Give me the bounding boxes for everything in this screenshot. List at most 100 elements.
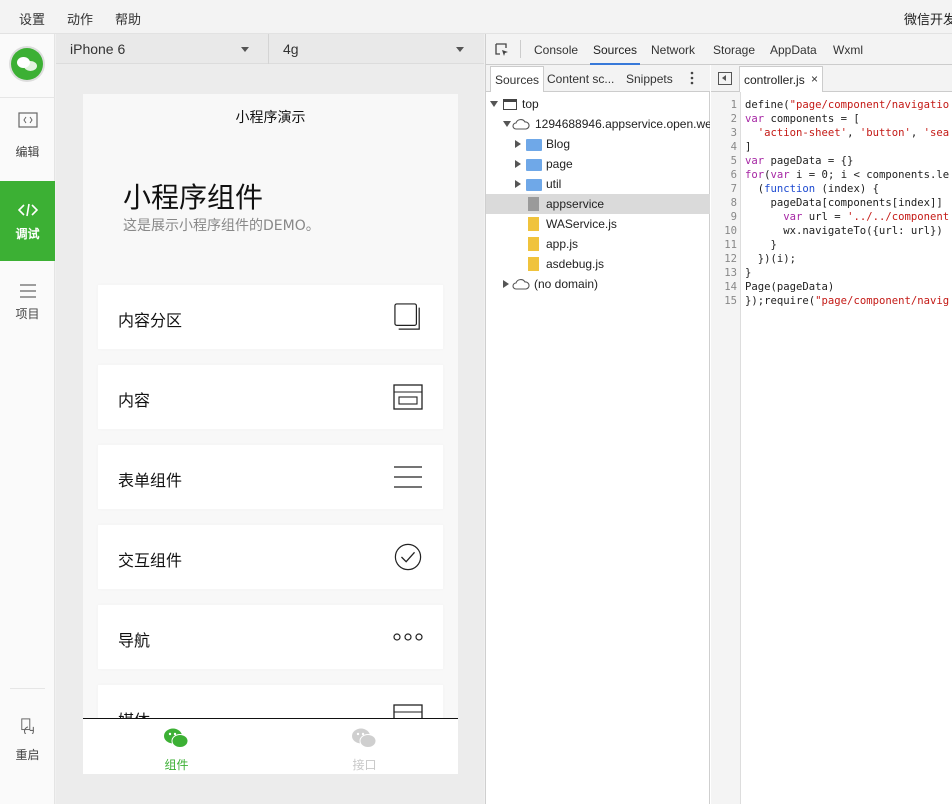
code-text: 'action-sheet', 'button', 'sea [757, 127, 950, 139]
tab-appdata[interactable]: AppData [770, 43, 817, 57]
code-text: pageData[components[index]] [745, 197, 943, 209]
tree-item-app-js[interactable]: app.js [486, 234, 710, 254]
code-text: var url = '../../component [783, 211, 950, 223]
folder-icon [526, 139, 542, 151]
menu-icon [20, 284, 36, 298]
collapsed-arrow-icon [515, 140, 521, 148]
code-editor: controller.js × 1 define("page/component/… [711, 65, 952, 804]
chevron-down-icon [456, 47, 464, 52]
component-card-navigation[interactable]: 导航 [98, 605, 443, 669]
menu-help[interactable]: 帮助 [115, 9, 141, 28]
tree-item-no-domain[interactable]: (no domain) [486, 274, 710, 294]
code-text: } [745, 239, 777, 251]
tree-item-page[interactable]: page [486, 154, 710, 174]
code-text: });require("page/component/navig [745, 295, 950, 307]
sidebar-item-label: 项目 [15, 307, 40, 321]
tab-console[interactable]: Console [534, 43, 578, 57]
list-icon [394, 466, 422, 488]
inspect-element-icon[interactable] [495, 43, 509, 57]
code-text: (function (index) { [745, 183, 879, 195]
component-card-content[interactable]: 内容 [98, 365, 443, 429]
code-line: 13} [711, 267, 952, 281]
tab-api[interactable]: 接口 [271, 719, 458, 774]
more-options-icon[interactable] [690, 71, 694, 85]
navigator-tab-content-scripts[interactable]: Content sc... [547, 72, 614, 86]
sources-navigator: Sources Content sc... Snippets top 12946… [486, 65, 710, 804]
tree-item-label: top [522, 97, 539, 111]
line-number: 7 [730, 183, 737, 195]
simulator-toolbar: iPhone 6 4g [56, 34, 484, 64]
line-number: 13 [724, 267, 737, 279]
line-number: 14 [724, 281, 737, 293]
collapsed-arrow-icon [515, 160, 521, 168]
tree-item-label: Blog [546, 137, 571, 151]
simulator-panel: iPhone 6 4g 小程序演示 小程序组件 这是展示小程序组件的DEMO。 … [56, 34, 484, 804]
chevron-down-icon [241, 47, 249, 52]
editor-file-tab[interactable]: controller.js × [739, 66, 823, 92]
code-line: 11 } [711, 239, 952, 253]
sidebar-item-edit[interactable]: 编辑 [0, 101, 55, 181]
card-label: 内容 [118, 391, 151, 410]
check-circle-icon [394, 543, 422, 571]
network-select[interactable]: 4g [269, 34, 484, 64]
tab-sources[interactable]: Sources [593, 43, 637, 57]
code-line: 5 var pageData = {} [711, 155, 952, 169]
wechat-logo-bubble [24, 61, 37, 71]
tree-item-label: WAService.js [546, 217, 617, 231]
wechat-icon [352, 728, 377, 748]
editor-file-name: controller.js [744, 73, 805, 87]
avatar[interactable] [11, 48, 43, 80]
tree-item-label: (no domain) [534, 277, 599, 291]
toggle-navigator-icon[interactable] [718, 72, 732, 85]
code-text: for(var i = 0; i < components.le [745, 169, 950, 181]
code-line: 12 })(i); [711, 253, 952, 267]
tab-network[interactable]: Network [651, 43, 695, 57]
tree-item-top[interactable]: top [486, 94, 710, 114]
tree-item-asdebug-js[interactable]: asdebug.js [486, 254, 710, 274]
code-text: var pageData = {} [745, 155, 854, 167]
line-number: 12 [724, 253, 737, 265]
tree-item-appservice[interactable]: appservice [486, 194, 710, 214]
close-icon[interactable]: × [811, 72, 818, 86]
code-line: 8 pageData[components[index]] [711, 197, 952, 211]
device-select-value: iPhone 6 [70, 41, 126, 57]
tree-item-blog[interactable]: Blog [486, 134, 710, 154]
tab-storage[interactable]: Storage [713, 43, 755, 57]
line-number: 9 [730, 211, 737, 223]
menu-settings[interactable]: 设置 [19, 9, 45, 28]
tree-item-appservice-domain[interactable]: 1294688946.appservice.open.weixin.qq.com [486, 114, 710, 134]
code-line: 10 wx.navigateTo({url: url}) [711, 225, 952, 239]
frame-icon [503, 99, 517, 110]
restart-icon [21, 718, 34, 734]
tree-item-label: appservice [546, 197, 605, 211]
more-icon [393, 633, 423, 641]
file-icon [528, 237, 539, 251]
sidebar-item-project[interactable]: 项目 [0, 261, 55, 341]
sidebar-item-label: 编辑 [15, 145, 40, 159]
tab-label: 接口 [352, 758, 377, 772]
tab-wxml[interactable]: Wxml [833, 43, 863, 57]
line-number: 4 [730, 141, 737, 153]
expanded-arrow-icon [490, 101, 498, 107]
tab-components[interactable]: 组件 [83, 719, 270, 774]
navigator-tab-snippets[interactable]: Snippets [626, 72, 673, 86]
sidebar-item-restart[interactable]: 重启 [0, 706, 55, 786]
line-number: 2 [730, 113, 737, 125]
navigator-tab-sources[interactable]: Sources [490, 66, 545, 92]
cloud-icon [512, 119, 530, 130]
editor-tab-bar: controller.js × [711, 65, 952, 92]
menu-actions[interactable]: 动作 [67, 9, 93, 28]
component-card-form[interactable]: 表单组件 [98, 445, 443, 509]
tree-item-waservice[interactable]: WAService.js [486, 214, 710, 234]
tree-item-label: util [546, 177, 562, 191]
tree-item-util[interactable]: util [486, 174, 710, 194]
tree-item-label: 1294688946.appservice.open.weixin.qq.com [535, 117, 710, 131]
device-select[interactable]: iPhone 6 [56, 34, 268, 64]
sidebar-item-debug[interactable]: 调试 [0, 181, 55, 261]
menu-bar: 设置 动作 帮助 微信开发 [0, 0, 952, 34]
component-card-interaction[interactable]: 交互组件 [98, 525, 443, 589]
file-icon [528, 217, 539, 231]
card-label: 导航 [118, 631, 151, 650]
component-card-view[interactable]: 内容分区 [98, 285, 443, 349]
card-label: 交互组件 [118, 551, 183, 570]
